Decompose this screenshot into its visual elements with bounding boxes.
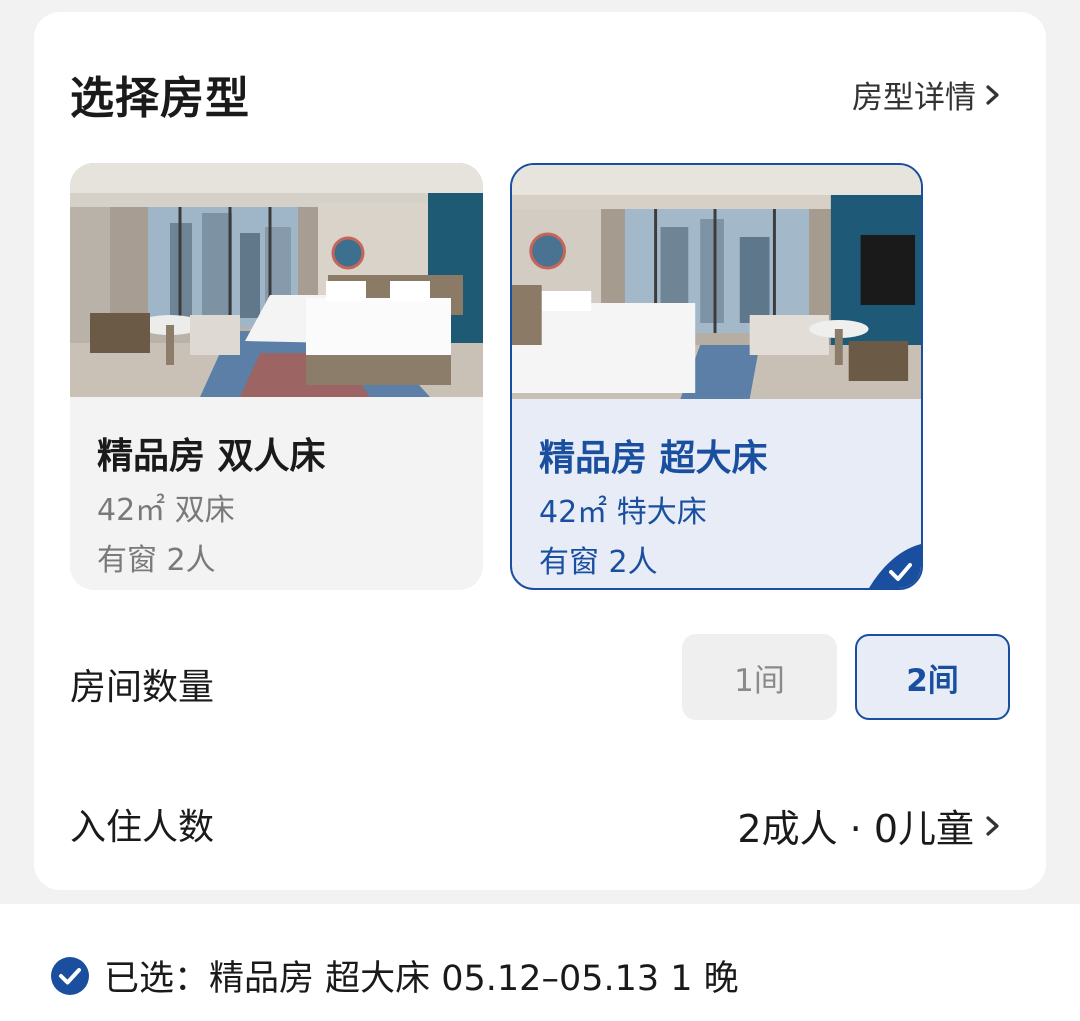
room-spec: 42㎡ 双床 [97, 493, 235, 528]
room-details-label: 房型详情 [852, 80, 976, 116]
guests-label: 入住人数 [70, 807, 215, 848]
room-spec: 42㎡ 特大床 [539, 495, 707, 530]
chevron-right-icon [986, 84, 999, 105]
guests-selector[interactable]: 2成人 · 0儿童 [737, 798, 1004, 853]
room-selection-card: 选择房型 房型详情 精品房 双人床 42㎡ 双床 有窗 2人 精品房 超大床 4… [34, 12, 1046, 890]
page-title: 选择房型 [70, 73, 250, 124]
guests-value: 2成人 · 0儿童 [737, 807, 974, 851]
room-count-option-2[interactable]: 2间 [855, 634, 1010, 720]
room-features: 有窗 2人 [539, 545, 658, 580]
chevron-right-icon [986, 815, 999, 836]
hotel-room-king-photo [512, 165, 921, 399]
room-option-twin[interactable]: 精品房 双人床 42㎡ 双床 有窗 2人 [70, 163, 483, 590]
room-count-label: 房间数量 [70, 667, 215, 708]
room-features: 有窗 2人 [97, 543, 216, 578]
room-details-link[interactable]: 房型详情 [852, 72, 1004, 117]
room-name: 精品房 超大床 [539, 438, 768, 479]
selection-summary-text: 已选：精品房 超大床 05.12–05.13 1 晚 [104, 959, 739, 999]
selected-check-icon [869, 544, 921, 588]
check-circle-icon [51, 956, 89, 995]
room-count-option-1[interactable]: 1间 [682, 634, 837, 720]
room-name: 精品房 双人床 [97, 436, 326, 477]
hotel-room-twin-photo [70, 163, 483, 397]
selection-summary: 已选：精品房 超大床 05.12–05.13 1 晚 [50, 950, 739, 1001]
room-option-king[interactable]: 精品房 超大床 42㎡ 特大床 有窗 2人 [510, 163, 923, 590]
